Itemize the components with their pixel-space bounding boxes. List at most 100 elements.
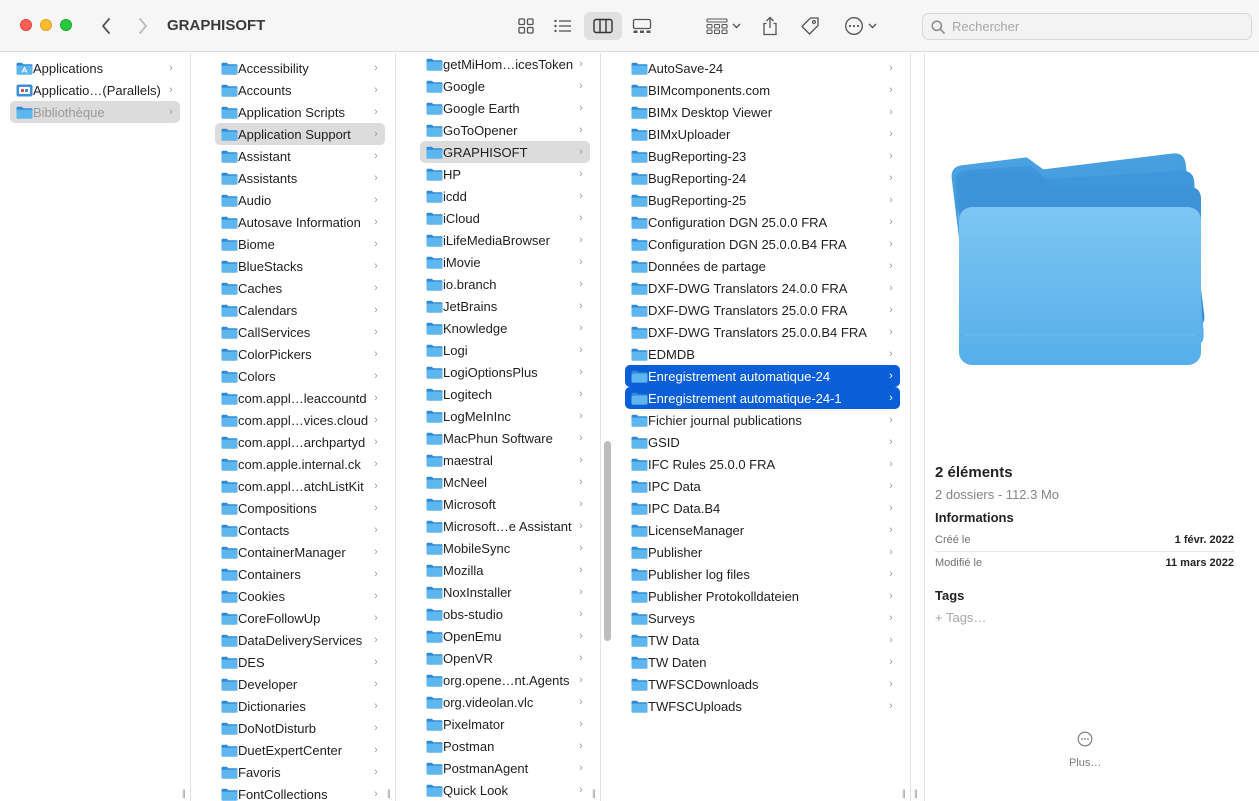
library-folder-item[interactable]: BlueStacks › [215, 255, 385, 277]
graphisoft-folder-item[interactable]: IPC Data › [625, 475, 900, 497]
library-folder-item[interactable]: ContainerManager › [215, 541, 385, 563]
graphisoft-folder-item[interactable]: Configuration DGN 25.0.0 FRA › [625, 211, 900, 233]
graphisoft-folder-item[interactable]: AutoSave-24 › [625, 57, 900, 79]
graphisoft-folder-item[interactable]: Fichier journal publications › [625, 409, 900, 431]
graphisoft-folder-item[interactable]: Surveys › [625, 607, 900, 629]
app-support-folder-item[interactable]: Microsoft › [420, 493, 590, 515]
library-folder-item[interactable]: com.appl…atchListKit › [215, 475, 385, 497]
graphisoft-folder-item[interactable]: GSID › [625, 431, 900, 453]
app-support-folder-item[interactable]: NoxInstaller › [420, 581, 590, 603]
graphisoft-folder-item[interactable]: BugReporting-25 › [625, 189, 900, 211]
graphisoft-folder-item[interactable]: BugReporting-24 › [625, 167, 900, 189]
graphisoft-folder-item[interactable]: BIMcomponents.com › [625, 79, 900, 101]
graphisoft-folder-item[interactable]: Données de partage › [625, 255, 900, 277]
add-tags-field[interactable]: + Tags… [935, 610, 986, 625]
library-folder-item[interactable]: Application Scripts › [215, 101, 385, 123]
app-support-folder-item[interactable]: GoToOpener › [420, 119, 590, 141]
app-support-folder-item[interactable]: OpenEmu › [420, 625, 590, 647]
graphisoft-folder-item[interactable]: IPC Data.B4 › [625, 497, 900, 519]
graphisoft-folder-item[interactable]: Publisher log files › [625, 563, 900, 585]
ellipsis-circle-icon[interactable] [1077, 731, 1093, 747]
library-folder-item[interactable]: Audio › [215, 189, 385, 211]
app-support-folder-item[interactable]: LogiOptionsPlus › [420, 361, 590, 383]
app-support-folder-item[interactable]: icdd › [420, 185, 590, 207]
app-support-folder-item[interactable]: maestral › [420, 449, 590, 471]
app-support-folder-item[interactable]: Google › [420, 75, 590, 97]
column-view-button[interactable] [584, 12, 622, 40]
graphisoft-folder-item[interactable]: BIMxUploader › [625, 123, 900, 145]
search-input[interactable] [952, 19, 1242, 34]
library-folder-item[interactable]: Assistant › [215, 145, 385, 167]
library-folder-item[interactable]: ColorPickers › [215, 343, 385, 365]
graphisoft-folder-item[interactable]: IFC Rules 25.0.0 FRA › [625, 453, 900, 475]
app-support-folder-item[interactable]: iCloud › [420, 207, 590, 229]
back-button[interactable] [94, 12, 118, 40]
minimize-window-button[interactable] [40, 19, 52, 31]
graphisoft-folder-item[interactable]: TW Daten › [625, 651, 900, 673]
share-button[interactable] [758, 12, 782, 40]
library-folder-item[interactable]: com.appl…vices.cloud › [215, 409, 385, 431]
app-support-folder-item[interactable]: JetBrains › [420, 295, 590, 317]
library-folder-item[interactable]: DuetExpertCenter › [215, 739, 385, 761]
app-support-folder-item[interactable]: McNeel › [420, 471, 590, 493]
app-support-folder-item[interactable]: Mozilla › [420, 559, 590, 581]
forward-button[interactable] [131, 12, 155, 40]
app-support-folder-item[interactable]: MobileSync › [420, 537, 590, 559]
library-folder-item[interactable]: Accounts › [215, 79, 385, 101]
gallery-view-button[interactable] [630, 12, 654, 40]
library-folder-item[interactable]: CoreFollowUp › [215, 607, 385, 629]
app-support-folder-item[interactable]: PostmanAgent › [420, 757, 590, 779]
library-folder-item[interactable]: Colors › [215, 365, 385, 387]
close-window-button[interactable] [20, 19, 32, 31]
library-folder-item[interactable]: Accessibility › [215, 57, 385, 79]
library-folder-item[interactable]: Biome › [215, 233, 385, 255]
graphisoft-folder-item[interactable]: Enregistrement automatique-24 › [625, 365, 900, 387]
app-support-folder-item[interactable]: MacPhun Software › [420, 427, 590, 449]
graphisoft-folder-item[interactable]: BugReporting-23 › [625, 145, 900, 167]
icon-view-button[interactable] [514, 12, 538, 40]
library-folder-item[interactable]: Application Support › [215, 123, 385, 145]
library-folder-item[interactable]: Contacts › [215, 519, 385, 541]
library-folder-item[interactable]: DES › [215, 651, 385, 673]
library-folder-item[interactable]: CallServices › [215, 321, 385, 343]
sidebar-item[interactable]: Applicatio…(Parallels) › [10, 79, 180, 101]
list-view-button[interactable] [551, 12, 575, 40]
column-resize-handle[interactable]: || [592, 788, 596, 798]
sidebar-item[interactable]: Applications › [10, 57, 180, 79]
library-folder-item[interactable]: Compositions › [215, 497, 385, 519]
graphisoft-folder-item[interactable]: Publisher Protokolldateien › [625, 585, 900, 607]
graphisoft-folder-item[interactable]: DXF-DWG Translators 25.0.0.B4 FRA › [625, 321, 900, 343]
search-field[interactable] [922, 13, 1252, 40]
graphisoft-folder-item[interactable]: Configuration DGN 25.0.0.B4 FRA › [625, 233, 900, 255]
graphisoft-folder-item[interactable]: Publisher › [625, 541, 900, 563]
app-support-folder-item[interactable]: OpenVR › [420, 647, 590, 669]
graphisoft-folder-item[interactable]: TW Data › [625, 629, 900, 651]
more-actions-button[interactable]: Plus… [1069, 757, 1101, 769]
zoom-window-button[interactable] [60, 19, 72, 31]
app-support-folder-item[interactable]: org.opene…nt.Agents › [420, 669, 590, 691]
column-scrollbar[interactable] [604, 441, 611, 641]
column-resize-handle[interactable]: || [387, 788, 391, 798]
graphisoft-folder-item[interactable]: DXF-DWG Translators 24.0.0 FRA › [625, 277, 900, 299]
library-folder-item[interactable]: Assistants › [215, 167, 385, 189]
column-resize-handle[interactable]: || [914, 788, 918, 798]
library-folder-item[interactable]: com.appl…archpartyd › [215, 431, 385, 453]
graphisoft-folder-item[interactable]: Enregistrement automatique-24-1 › [625, 387, 900, 409]
app-support-folder-item[interactable]: Quick Look › [420, 779, 590, 801]
app-support-folder-item[interactable]: LogMeInInc › [420, 405, 590, 427]
library-folder-item[interactable]: FontCollections › [215, 783, 385, 801]
library-folder-item[interactable]: Containers › [215, 563, 385, 585]
library-folder-item[interactable]: Caches › [215, 277, 385, 299]
graphisoft-folder-item[interactable]: LicenseManager › [625, 519, 900, 541]
graphisoft-folder-item[interactable]: DXF-DWG Translators 25.0.0 FRA › [625, 299, 900, 321]
app-support-folder-item[interactable]: Knowledge › [420, 317, 590, 339]
app-support-folder-item[interactable]: getMiHom…icesToken › [420, 53, 590, 75]
app-support-folder-item[interactable]: Microsoft…e Assistant › [420, 515, 590, 537]
app-support-folder-item[interactable]: org.videolan.vlc › [420, 691, 590, 713]
library-folder-item[interactable]: Calendars › [215, 299, 385, 321]
graphisoft-folder-item[interactable]: BIMx Desktop Viewer › [625, 101, 900, 123]
library-folder-item[interactable]: Developer › [215, 673, 385, 695]
graphisoft-folder-item[interactable]: EDMDB › [625, 343, 900, 365]
app-support-folder-item[interactable]: obs-studio › [420, 603, 590, 625]
app-support-folder-item[interactable]: Pixelmator › [420, 713, 590, 735]
